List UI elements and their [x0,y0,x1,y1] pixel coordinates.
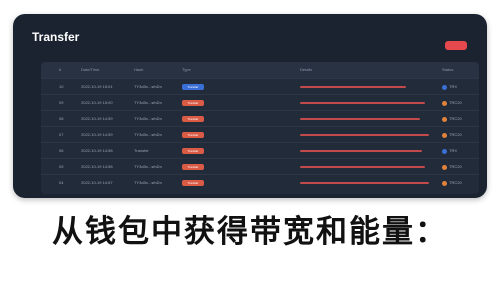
status-dot-icon [442,101,447,106]
details-bar [300,150,422,152]
type-badge: Transfer [182,116,204,122]
action-button[interactable] [445,41,467,50]
row-index: 09 [59,100,64,105]
table-row[interactable]: 04 2022-10-19 14:57 TY3cBx...sfnDn Transfer… [41,174,479,191]
row-index: 08 [59,116,64,121]
row-index: 10 [59,84,64,89]
transactions-table: # Date/Time Hash Type Details Status 10 2… [41,62,479,194]
header-index: # [59,67,62,72]
status-label: TRX [449,84,457,89]
details-bar [300,118,420,120]
row-date: 2022-10-19 14:58 [81,164,113,169]
type-badge: Transfer [182,148,204,154]
status-label: TRC20 [449,132,462,137]
table-row[interactable]: 09 2022-10-19 15:00 TY3cBx...sfnDn Transfer… [41,94,479,111]
table-row[interactable]: 07 2022-10-19 14:59 TY3cBx...sfnDn Transfer… [41,126,479,143]
row-hash-link[interactable]: TY3cBx...sfnDn [134,180,162,185]
page-title: Transfer [32,30,80,44]
details-bar [300,134,429,136]
status-dot-icon [442,85,447,90]
header-type: Type [182,67,191,72]
type-badge: Transfer [182,84,204,90]
row-date: 2022-10-19 14:58 [81,148,113,153]
status-label: TRC20 [449,180,462,185]
row-index: 05 [59,164,64,169]
status-label: TRC20 [449,116,462,121]
status-label: TRC20 [449,100,462,105]
row-index: 06 [59,148,64,153]
header-hash: Hash [134,67,144,72]
type-badge: Transfer [182,164,204,170]
row-hash-link[interactable]: Transfer [134,148,149,153]
status-dot-icon [442,165,447,170]
row-date: 2022-10-19 15:01 [81,84,113,89]
type-badge: Transfer [182,180,204,186]
header-status: Status [442,67,454,72]
status-dot-icon [442,117,447,122]
status-dot-icon [442,181,447,186]
status-label: TRC20 [449,164,462,169]
details-bar [300,86,406,88]
header-details: Details [300,67,313,72]
details-bar [300,182,429,184]
header-date: Date/Time [81,67,100,72]
row-index: 07 [59,132,64,137]
transfer-window: Transfer # Date/Time Hash Type Details S… [13,14,487,198]
banner-caption: 从钱包中获得带宽和能量： [52,214,448,250]
row-hash-link[interactable]: TY3cBx...sfnDn [134,132,162,137]
table-row[interactable]: 08 2022-10-19 14:59 TY3cBx...sfnDn Transfer… [41,110,479,127]
table-row[interactable]: 06 2022-10-19 14:58 Transfer Transfer TRX [41,142,479,159]
row-date: 2022-10-19 14:59 [81,132,113,137]
table-row[interactable]: 05 2022-10-19 14:58 TY3cBx...sfnDn Transfer… [41,158,479,175]
status-label: TRX [449,148,457,153]
row-hash-link[interactable]: TY3cBx...sfnDn [134,116,162,121]
table-header: # Date/Time Hash Type Details Status [41,62,479,78]
type-badge: Transfer [182,132,204,138]
row-index: 04 [59,180,64,185]
row-date: 2022-10-19 15:00 [81,100,113,105]
row-date: 2022-10-19 14:59 [81,116,113,121]
details-bar [300,166,425,168]
status-dot-icon [442,133,447,138]
row-hash-link[interactable]: TY3cBx...sfnDn [134,164,162,169]
status-dot-icon [442,149,447,154]
type-badge: Transfer [182,100,204,106]
table-row[interactable]: 10 2022-10-19 15:01 TY3cBx...sfnDn Transfer… [41,78,479,95]
details-bar [300,102,425,104]
row-date: 2022-10-19 14:57 [81,180,113,185]
row-hash-link[interactable]: TY3cBx...sfnDn [134,100,162,105]
row-hash-link[interactable]: TY3cBx...sfnDn [134,84,162,89]
